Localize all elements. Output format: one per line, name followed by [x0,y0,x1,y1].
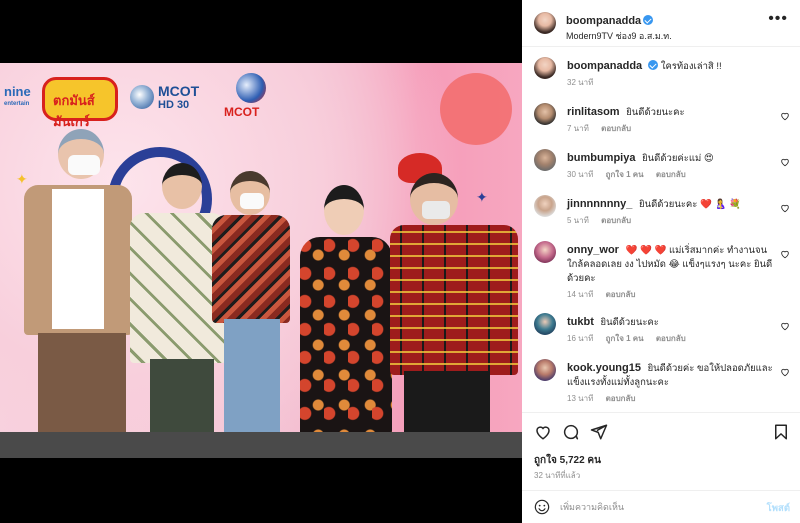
emoji-icon[interactable] [534,499,550,515]
theatre-mask-decoration [440,73,512,145]
caption-content: boompanadda ใครท้องเล่าสิ !! 32 นาที [567,59,777,90]
mcot-hd30-logo: MCOT HD 30 [130,81,206,113]
comment-meta: 30 นาที ถูกใจ 1 คน ตอบกลับ [567,168,777,182]
verified-badge-icon [643,15,654,25]
verified-badge-icon [648,60,659,70]
comment-meta: 5 นาที ตอบกลับ [567,214,777,228]
comment-username[interactable]: bumbumpiya [567,152,635,164]
comment-text: ยินดีด้วยนะคะ ❤️ 🤱 💐 [639,199,741,210]
comment-username[interactable]: tukbt [567,316,594,328]
nine-logo-sub: entertain [4,101,30,107]
comment-meta: 16 นาที ถูกใจ 1 คน ตอบกลับ [567,332,777,346]
comment-likes[interactable]: ถูกใจ 1 คน [606,170,644,179]
post-header: boompanadda Modern9TV ช่อง9 อ.ส.ม.ท. ••• [522,0,800,47]
share-icon[interactable] [590,423,608,441]
header-text: boompanadda Modern9TV ช่อง9 อ.ส.ม.ท. [566,11,672,43]
nine-entertain-logo: nine entertain [4,83,40,117]
comment-time: 14 นาที [567,290,594,299]
caption-username[interactable]: boompanadda [567,60,642,72]
comment-box: โพสต์ [522,490,800,523]
avatar[interactable] [534,12,556,34]
comment-time: 13 นาที [567,394,594,403]
comment-text: ยินดีด้วยค่ะแม่ 😍 [642,153,714,164]
nine-logo-text: nine [4,84,31,99]
comment-time: 7 นาที [567,124,589,133]
heart-icon[interactable] [534,423,552,441]
header-location[interactable]: Modern9TV ช่อง9 อ.ส.ม.ท. [566,29,672,43]
media-pane: nine entertain ตกมันส์ มันเกร์ MCOT HD 3… [0,0,522,523]
caption-meta: 32 นาที [567,76,777,90]
avatar[interactable] [534,149,556,171]
post-sidebar: boompanadda Modern9TV ช่อง9 อ.ส.ม.ท. •••… [522,0,800,523]
avatar[interactable] [534,241,556,263]
caption-text: ใครท้องเล่าสิ !! [660,61,722,72]
comment-content: bumbumpiya ยินดีด้วยค่ะแม่ 😍 30 นาที ถูก… [567,151,777,182]
person-5 [386,153,522,458]
comment-time: 30 นาที [567,170,594,179]
comment-content: onny_wor ❤️ ❤️ ❤️ แม่เริ่สมากค่ะ ทำงานจน… [567,243,777,302]
show-logo: ตกมันส์ มันเกร์ [42,77,118,129]
post-button[interactable]: โพสต์ [767,501,790,516]
comment-time: 5 นาที [567,216,589,225]
heart-icon[interactable] [780,367,790,377]
mcot-logo-text: MCOT [224,105,260,119]
action-bar: ถูกใจ 5,722 คน 32 นาทีที่แล้ว [522,412,800,490]
comment-username[interactable]: rinlitasom [567,106,620,118]
comment-username[interactable]: kook.young15 [567,362,641,374]
comment-meta: 7 นาที ตอบกลับ [567,122,777,136]
mcot-emblem-icon [236,73,266,103]
like-count[interactable]: ถูกใจ 5,722 คน [534,453,601,468]
reply-button[interactable]: ตอบกลับ [606,290,636,299]
comment-content: kook.young15 ยินดีด้วยค่ะ ขอให้ปลอดภัยแล… [567,361,777,406]
comment-content: rinlitasom ยินดีด้วยนะคะ 7 นาที ตอบกลับ [567,105,777,136]
comment-icon[interactable] [562,423,580,441]
avatar[interactable] [534,57,556,79]
avatar[interactable] [534,313,556,335]
reply-button[interactable]: ตอบกลับ [656,170,686,179]
caption-time: 32 นาที [567,78,594,87]
person-4 [290,183,400,458]
comment-username[interactable]: jinnnnnnny_ [567,198,632,210]
person-3 [212,167,292,458]
more-options-icon[interactable]: ••• [768,11,788,27]
person-1 [4,125,132,458]
comment-content: tukbt ยินดีด้วยนะคะ 16 นาที ถูกใจ 1 คน ต… [567,315,777,346]
comment-likes[interactable]: ถูกใจ 1 คน [606,334,644,343]
stage-floor [0,432,522,458]
post-photo[interactable]: nine entertain ตกมันส์ มันเกร์ MCOT HD 3… [0,63,522,458]
comment-input[interactable] [560,499,760,515]
comment-meta: 13 นาที ตอบกลับ [567,392,777,406]
heart-icon[interactable] [780,157,790,167]
comment-meta: 14 นาที ตอบกลับ [567,288,777,302]
avatar[interactable] [534,195,556,217]
comment-content: jinnnnnnny_ ยินดีด้วยนะคะ ❤️ 🤱 💐 5 นาที … [567,197,777,228]
avatar[interactable] [534,359,556,381]
reply-button[interactable]: ตอบกลับ [601,124,631,133]
reply-button[interactable]: ตอบกลับ [656,334,686,343]
header-username[interactable]: boompanadda [566,15,641,27]
comment-text: ยินดีด้วยนะคะ [626,107,685,118]
comments-list: boompanadda ใครท้องเล่าสิ !! 32 นาที rin… [522,47,800,412]
mcot-globe-icon [130,85,154,109]
post-timestamp: 32 นาทีที่แล้ว [534,471,581,480]
mcothd-logo-sub: HD 30 [158,99,190,111]
mcot-logo: MCOT [222,73,282,119]
heart-icon[interactable] [780,203,790,213]
heart-icon[interactable] [780,111,790,121]
heart-icon[interactable] [780,321,790,331]
mcothd-logo-text: MCOT [158,83,200,99]
reply-button[interactable]: ตอบกลับ [606,394,636,403]
bookmark-icon[interactable] [772,423,790,441]
comment-text: ยินดีด้วยนะคะ [600,317,659,328]
heart-icon[interactable] [780,249,790,259]
reply-button[interactable]: ตอบกลับ [601,216,631,225]
avatar[interactable] [534,103,556,125]
comment-username[interactable]: onny_wor [567,244,619,256]
comment-time: 16 นาที [567,334,594,343]
